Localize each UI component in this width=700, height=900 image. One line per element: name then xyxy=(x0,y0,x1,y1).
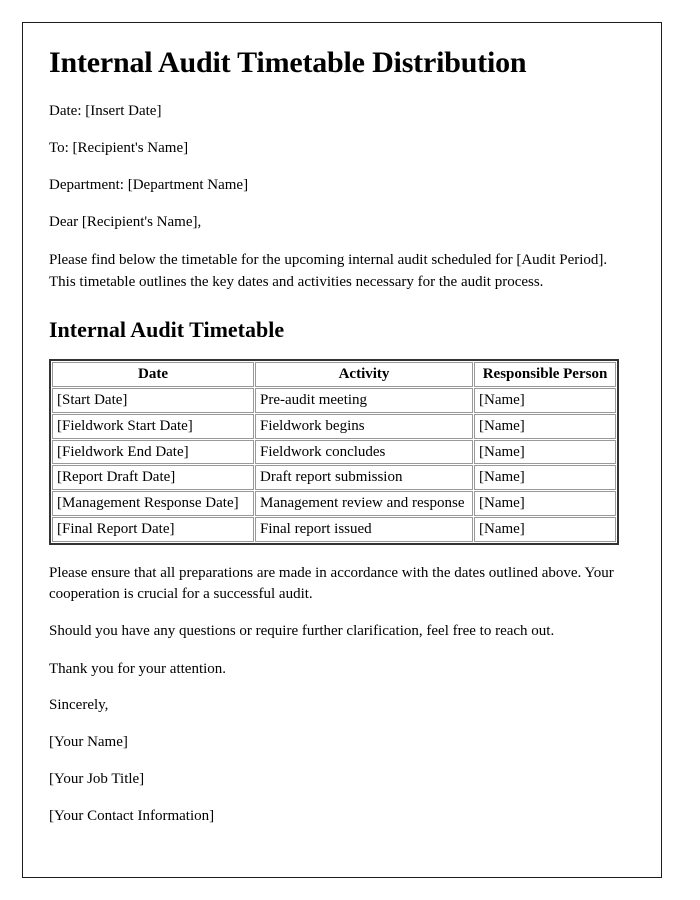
signoff: Sincerely, xyxy=(49,696,109,713)
cell-activity: Final report issued xyxy=(255,516,473,542)
section-heading-timetable: Internal Audit Timetable xyxy=(49,316,285,342)
meta-recipient: To: [Recipient's Name] xyxy=(49,140,189,157)
cell-responsible-person: [Name] xyxy=(474,413,616,439)
document-page-frame: Internal Audit Timetable Distribution Da… xyxy=(22,22,662,878)
cell-activity: Pre-audit meeting xyxy=(255,388,473,413)
meta-department: Department: [Department Name] xyxy=(49,177,249,194)
closing-paragraph-preparations: Please ensure that all preparations are … xyxy=(49,564,614,602)
cell-date: [Final Report Date] xyxy=(52,516,254,542)
cell-date: [Fieldwork End Date] xyxy=(52,439,254,465)
table-row: [Fieldwork End Date] Fieldwork concludes… xyxy=(52,439,616,465)
salutation: Dear [Recipient's Name], xyxy=(49,214,202,231)
column-header-date: Date xyxy=(52,362,254,388)
cell-date: [Start Date] xyxy=(52,388,254,413)
cell-date: [Fieldwork Start Date] xyxy=(52,413,254,439)
cell-responsible-person: [Name] xyxy=(474,491,616,516)
cell-responsible-person: [Name] xyxy=(474,388,616,413)
table-header-row: Date Activity Responsible Person xyxy=(52,362,616,388)
table-row: [Fieldwork Start Date] Fieldwork begins … xyxy=(52,413,616,439)
cell-responsible-person: [Name] xyxy=(474,465,616,491)
document-body: Internal Audit Timetable Distribution Da… xyxy=(23,23,661,825)
table-row: [Final Report Date] Final report issued … xyxy=(52,516,616,542)
timetable-table: Date Activity Responsible Person [Start … xyxy=(49,359,619,545)
cell-activity: Fieldwork concludes xyxy=(255,439,473,465)
table-row: [Management Response Date] Management re… xyxy=(52,491,616,516)
cell-activity: Management review and response xyxy=(255,491,473,516)
timetable-body: [Start Date] Pre-audit meeting [Name] [F… xyxy=(52,388,616,542)
closing-paragraph-questions: Should you have any questions or require… xyxy=(49,623,555,640)
signature-name: [Your Name] xyxy=(49,733,128,750)
signature-contact-information: [Your Contact Information] xyxy=(49,807,215,824)
cell-activity: Draft report submission xyxy=(255,465,473,491)
closing-paragraph-thanks: Thank you for your attention. xyxy=(49,660,227,677)
signature-job-title: [Your Job Title] xyxy=(49,770,145,787)
column-header-responsible-person: Responsible Person xyxy=(474,362,616,388)
cell-date: [Management Response Date] xyxy=(52,491,254,516)
table-row: [Report Draft Date] Draft report submiss… xyxy=(52,465,616,491)
cell-activity: Fieldwork begins xyxy=(255,413,473,439)
intro-paragraph: Please find below the timetable for the … xyxy=(49,252,608,290)
cell-responsible-person: [Name] xyxy=(474,439,616,465)
meta-date: Date: [Insert Date] xyxy=(49,103,162,120)
cell-date: [Report Draft Date] xyxy=(52,465,254,491)
page-title: Internal Audit Timetable Distribution xyxy=(49,46,527,79)
table-row: [Start Date] Pre-audit meeting [Name] xyxy=(52,388,616,413)
timetable-header: Date Activity Responsible Person xyxy=(52,362,616,388)
cell-responsible-person: [Name] xyxy=(474,516,616,542)
column-header-activity: Activity xyxy=(255,362,473,388)
